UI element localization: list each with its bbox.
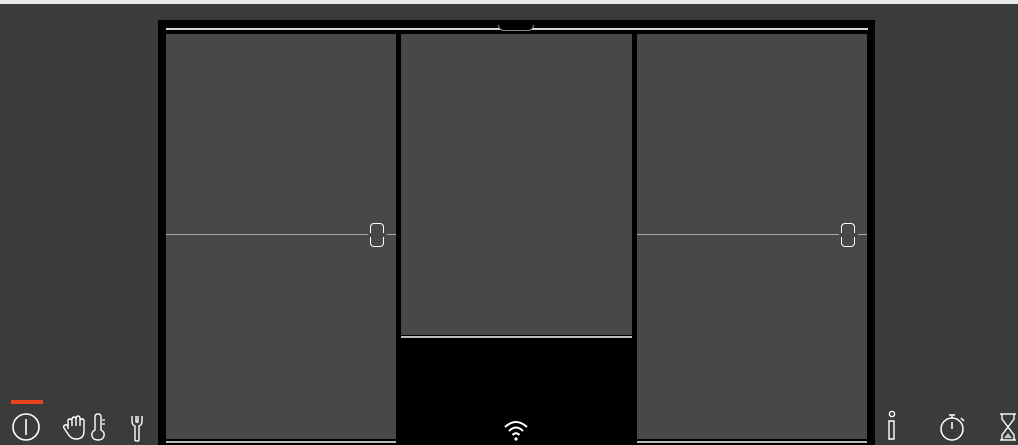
appliance-frame xyxy=(158,20,875,445)
info-icon[interactable] xyxy=(885,410,899,442)
left-door-handle[interactable] xyxy=(368,223,387,247)
timer-icon[interactable] xyxy=(938,412,968,442)
door-right-pane[interactable] xyxy=(637,34,867,443)
frame-notch xyxy=(498,25,534,31)
service-wrench-icon[interactable] xyxy=(128,414,146,442)
right-pane-baseline xyxy=(637,441,867,443)
oven-control-screen xyxy=(0,0,1018,445)
power-icon[interactable] xyxy=(11,412,41,442)
hourglass-icon[interactable] xyxy=(998,412,1018,442)
wifi-icon[interactable] xyxy=(502,418,530,442)
door-left-pane[interactable] xyxy=(166,34,396,443)
right-door-handle[interactable] xyxy=(839,223,858,247)
right-handle-line xyxy=(637,234,867,235)
center-divider xyxy=(401,336,632,338)
left-handle-line xyxy=(166,234,396,235)
manual-mode-icon[interactable] xyxy=(63,412,89,442)
left-pane-baseline xyxy=(166,441,396,443)
center-pane[interactable] xyxy=(401,34,632,335)
top-strip xyxy=(0,0,1018,4)
power-indicator-bar xyxy=(11,400,43,404)
temperature-icon[interactable] xyxy=(89,412,107,442)
